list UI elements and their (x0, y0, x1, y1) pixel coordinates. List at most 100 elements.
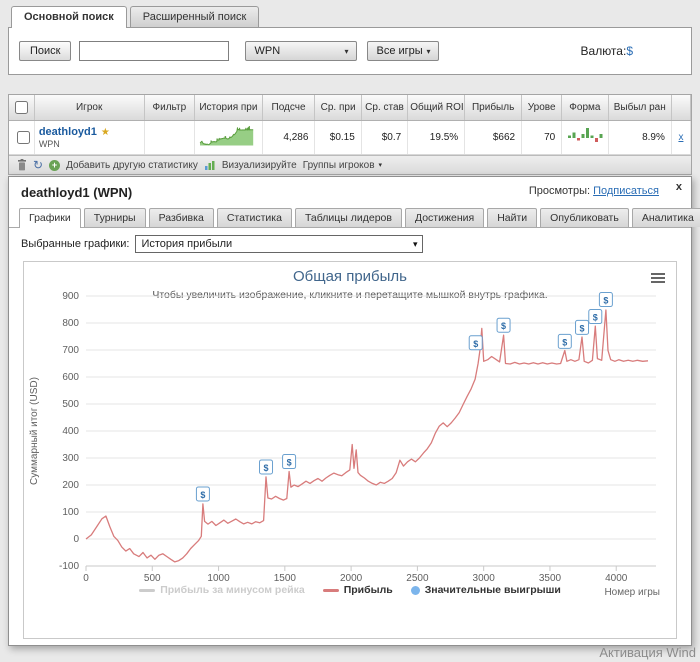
player-tab-2[interactable]: Разбивка (148, 208, 214, 227)
svg-text:$: $ (473, 339, 478, 349)
chevron-down-icon: ▾ (412, 238, 418, 249)
y-tick-label: 0 (73, 534, 79, 545)
column-header-6[interactable]: Общий ROI (407, 95, 466, 121)
player-link[interactable]: deathloyd1 (39, 126, 97, 138)
chevron-down-icon: ▾ (426, 46, 431, 56)
legend-line-sample (322, 588, 339, 592)
column-header-8[interactable]: Урове (521, 95, 563, 121)
player-tab-3[interactable]: Статистика (216, 208, 292, 227)
chart-icon (204, 160, 216, 171)
column-header-0[interactable]: Игрок (34, 95, 145, 121)
x-tick-label: 2500 (406, 573, 429, 584)
column-header-5[interactable]: Ср. став (361, 95, 409, 121)
games-select[interactable]: Все игры ▾ (367, 41, 440, 61)
subscribe-link[interactable]: Подписаться (593, 185, 659, 197)
refresh-icon[interactable]: ↻ (33, 159, 43, 171)
svg-text:$: $ (200, 490, 205, 500)
close-icon[interactable]: x (676, 181, 682, 193)
count-cell: 4,286 (262, 120, 316, 155)
avg-profit-cell: $0.15 (314, 120, 362, 155)
currency-label: Валюта: (580, 44, 627, 58)
results-section: Игрок Фильтр История при Подсче Ср. при Ср. с… (8, 94, 692, 175)
column-header-9[interactable]: Форма (561, 95, 609, 121)
x-tick-label: 3000 (473, 573, 496, 584)
table-row: deathloyd1 ★ WPN 4,286 $0.15 $0.7 19.5% … (9, 120, 692, 155)
player-tab-7[interactable]: Опубликовать (540, 208, 629, 227)
filter-cell (144, 120, 196, 155)
graph-select-row: Выбранные графики: История прибыли ▾ (9, 228, 691, 257)
legend-label: Прибыль за минусом рейка (160, 584, 305, 596)
player-cell: deathloyd1 ★ WPN (34, 120, 145, 155)
player-tab-8[interactable]: Аналитика (631, 208, 700, 227)
column-header-7[interactable]: Прибыль (464, 95, 523, 121)
player-tab-0[interactable]: Графики (19, 208, 81, 228)
significant-win-flag[interactable]: $ (195, 486, 210, 502)
legend-line-sample (139, 588, 156, 592)
column-header-remove (671, 95, 692, 121)
player-tabs: Графики Турниры Разбивка Статистика Таблицы … (9, 202, 700, 228)
x-tick-label: 1500 (274, 573, 297, 584)
significant-win-flag[interactable]: $ (282, 454, 297, 470)
early-bust-cell: 8.9% (608, 120, 672, 155)
graph-type-select[interactable]: История прибыли ▾ (135, 235, 424, 253)
column-header-4[interactable]: Ср. при (314, 95, 362, 121)
y-tick-label: 200 (62, 480, 79, 491)
x-tick-label: 1000 (207, 573, 230, 584)
svg-text:$: $ (501, 321, 506, 331)
select-all-checkbox[interactable] (15, 101, 29, 114)
y-tick-label: 700 (62, 345, 79, 356)
player-tab-1[interactable]: Турниры (83, 208, 146, 227)
row-checkbox[interactable] (17, 131, 30, 144)
x-tick-label: 0 (83, 573, 89, 584)
currency: Валюта:$ (581, 44, 633, 58)
search-button[interactable]: Поиск (19, 41, 72, 61)
search-panel: Поиск WPN ▾ Все игры ▾ Валюта:$ (8, 27, 692, 75)
views: Просмотры: Подписаться (529, 185, 659, 197)
games-select-value: Все игры (376, 45, 423, 57)
player-groups-link[interactable]: Группы игроков (303, 160, 375, 171)
legend-item-2[interactable]: Значительные выигрыши (410, 584, 561, 596)
trash-icon[interactable] (17, 159, 27, 171)
player-tab-6[interactable]: Найти (487, 208, 538, 227)
search-tab-1[interactable]: Расширенный поиск (129, 6, 260, 27)
significant-win-flag[interactable]: $ (496, 317, 511, 333)
y-axis-title: Суммарный итог (USD) (29, 377, 40, 485)
significant-win-flag[interactable]: $ (557, 333, 572, 349)
network-select-value: WPN (254, 45, 281, 57)
svg-text:$: $ (603, 296, 608, 306)
svg-text:$: $ (562, 337, 567, 347)
profit-cell: $662 (464, 120, 523, 155)
column-header-2[interactable]: История при (194, 95, 263, 121)
svg-text:$: $ (580, 323, 585, 333)
significant-win-flag[interactable]: $ (588, 309, 603, 325)
y-tick-label: 600 (62, 372, 79, 383)
network-select[interactable]: WPN ▾ (245, 41, 358, 61)
legend-item-0[interactable]: Прибыль за минусом рейка (139, 584, 305, 596)
form-sparkline (568, 128, 603, 142)
column-header-3[interactable]: Подсче (262, 95, 316, 121)
svg-text:$: $ (264, 463, 269, 473)
level-cell: 70 (521, 120, 563, 155)
add-stat-link[interactable]: Добавить другую статистику (66, 160, 198, 171)
column-header-1[interactable]: Фильтр (144, 95, 196, 121)
graph-select-label: Выбранные графики: (21, 238, 130, 250)
significant-win-flag[interactable]: $ (575, 319, 590, 335)
remove-row-link[interactable]: x (678, 132, 683, 143)
player-tab-4[interactable]: Таблицы лидеров (294, 208, 402, 227)
column-header-10[interactable]: Выбыл ран (608, 95, 672, 121)
legend-item-1[interactable]: Прибыль (322, 584, 393, 596)
visualize-link[interactable]: Визуализируйте (222, 160, 297, 171)
y-tick-label: 400 (62, 426, 79, 437)
y-tick-label: 900 (62, 291, 79, 302)
search-tab-0[interactable]: Основной поиск (11, 6, 127, 28)
significant-win-flag[interactable]: $ (259, 459, 274, 475)
player-tab-5[interactable]: Достижения (404, 208, 485, 227)
views-label: Просмотры: (528, 185, 591, 197)
search-input[interactable] (79, 41, 230, 61)
windows-activation-watermark: Активация Wind (599, 645, 696, 660)
add-icon: + (49, 159, 61, 171)
currency-value-link[interactable]: $ (626, 44, 633, 58)
significant-win-flag[interactable]: $ (468, 335, 483, 351)
significant-win-flag[interactable]: $ (598, 292, 613, 308)
chart-legend: Прибыль за минусом рейка Прибыль Значитель… (24, 584, 676, 596)
